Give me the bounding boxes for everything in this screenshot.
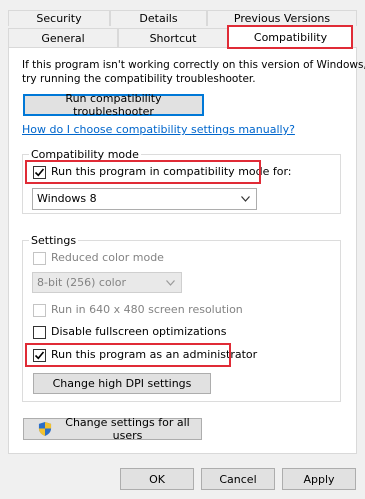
tab-previous-versions[interactable]: Previous Versions xyxy=(207,10,357,26)
change-dpi-button[interactable]: Change high DPI settings xyxy=(33,373,211,394)
cancel-button[interactable]: Cancel xyxy=(201,468,275,490)
os-select[interactable]: Windows 8 xyxy=(32,188,257,210)
run-admin-checkbox[interactable] xyxy=(33,349,46,362)
intro-line-1: If this program isn't working correctly … xyxy=(22,59,365,71)
tab-general[interactable]: General xyxy=(8,28,118,47)
check-icon xyxy=(34,168,45,177)
color-mode-value: 8-bit (256) color xyxy=(37,276,126,289)
run-640-checkbox[interactable] xyxy=(33,304,46,317)
run-640-label: Run in 640 x 480 screen resolution xyxy=(51,303,243,316)
compat-mode-checkbox[interactable] xyxy=(33,166,46,179)
uac-shield-icon xyxy=(38,422,52,436)
help-link[interactable]: How do I choose compatibility settings m… xyxy=(22,123,295,136)
reduced-color-label: Reduced color mode xyxy=(51,251,164,264)
compat-mode-legend: Compatibility mode xyxy=(29,148,141,161)
disable-fullscreen-label: Disable fullscreen optimizations xyxy=(51,325,227,338)
intro-line-2: try running the compatibility troublesho… xyxy=(22,73,256,85)
check-icon xyxy=(34,351,45,360)
chevron-down-icon xyxy=(241,196,250,202)
reduced-color-checkbox[interactable] xyxy=(33,252,46,265)
chevron-down-icon xyxy=(166,280,175,286)
compat-mode-label: Run this program in compatibility mode f… xyxy=(51,165,292,178)
tab-shortcut[interactable]: Shortcut xyxy=(118,28,228,47)
change-all-users-button[interactable]: Change settings for all users xyxy=(23,416,202,442)
apply-button[interactable]: Apply xyxy=(282,468,356,490)
run-admin-label: Run this program as an administrator xyxy=(51,348,258,361)
settings-legend: Settings xyxy=(29,234,79,247)
ok-button[interactable]: OK xyxy=(120,468,194,490)
run-troubleshooter-button[interactable]: Run compatibility troubleshooter xyxy=(23,92,204,118)
os-select-value: Windows 8 xyxy=(37,192,97,205)
color-mode-select[interactable]: 8-bit (256) color xyxy=(32,272,182,293)
tab-details[interactable]: Details xyxy=(110,10,207,26)
disable-fullscreen-checkbox[interactable] xyxy=(33,326,46,339)
change-all-users-label: Change settings for all users xyxy=(65,416,190,442)
tab-compatibility[interactable]: Compatibility xyxy=(228,25,353,48)
tab-security[interactable]: Security xyxy=(8,10,110,26)
